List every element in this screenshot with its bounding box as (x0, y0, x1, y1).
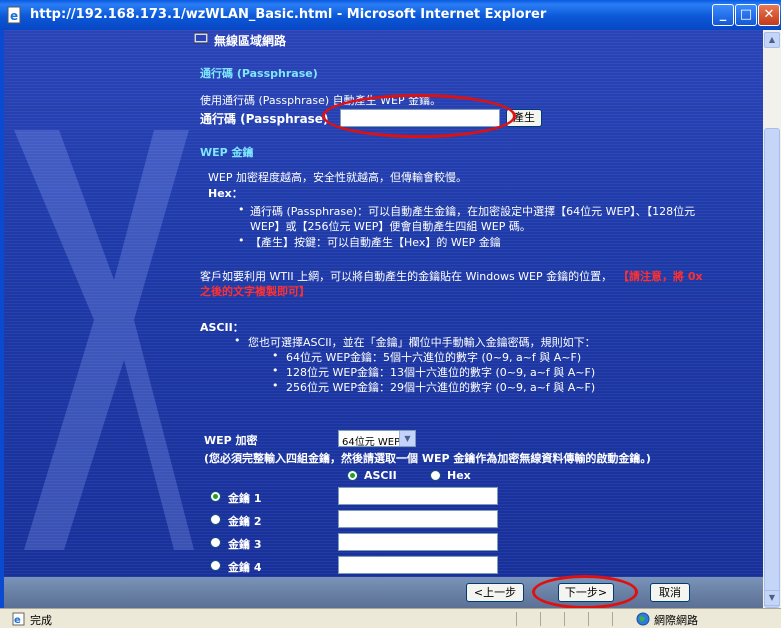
key-4-radio[interactable] (210, 560, 221, 571)
key-1-radio[interactable] (210, 491, 221, 502)
vertical-scrollbar[interactable]: ▲ ▼ (763, 30, 781, 608)
maximize-button[interactable]: □ (735, 4, 757, 26)
customer-note-warning: 【請注意，將 0x (618, 270, 703, 283)
wizard-content: 無線區域網路 通行碼 (Passphrase) 使用通行碼 (Passphras… (4, 30, 763, 577)
wep-key-note: (您必須完整輸入四組金鑰，然後請選取一個 WEP 金鑰作為加密無線資料傳輸的啟動… (204, 452, 651, 465)
key-3-label: 金鑰 3 (228, 538, 262, 551)
wep-encrypt-selected: 64位元 WEP (342, 437, 401, 448)
red-annotation-ellipse-next (532, 575, 638, 609)
section-title: 無線區域網路 (214, 34, 287, 48)
cancel-button[interactable]: 取消 (650, 583, 690, 602)
x-watermark-icon (14, 130, 194, 550)
scroll-up-icon[interactable]: ▲ (764, 32, 780, 48)
ascii-rule-256: 256位元 WEP金鑰：29個十六進位的數字 (0~9, a~f 與 A~F) (286, 381, 596, 394)
passphrase-label: 通行碼 (Passphrase) (200, 112, 329, 126)
ascii-label: ASCII： (200, 321, 244, 334)
scroll-down-icon[interactable]: ▼ (764, 590, 780, 606)
key-1-input[interactable] (338, 487, 498, 505)
hex-label: Hex： (208, 187, 243, 200)
wep-key-heading: WEP 金鑰 (200, 146, 254, 159)
scroll-thumb[interactable] (764, 128, 780, 608)
key-2-radio[interactable] (210, 514, 221, 525)
key-1-label: 金鑰 1 (228, 492, 262, 505)
hex-bullet-2: 【產生】按鍵：可以自動產生【Hex】的 WEP 金鑰 (250, 236, 501, 249)
svg-text:e: e (14, 615, 21, 626)
wep-strength-text: WEP 加密程度越高，安全性就越高，但傳輸會較慢。 (208, 171, 467, 184)
hex-bullet-1-cont: WEP】或【256位元 WEP】便會自動產生四組 WEP 碼。 (250, 220, 531, 233)
back-button[interactable]: <上一步 (466, 583, 524, 602)
ie-page-icon: e (7, 6, 21, 24)
title-bar: e http://192.168.173.1/wzWLAN_Basic.html… (0, 0, 781, 30)
close-button[interactable]: ✕ (758, 4, 780, 26)
wep-encrypt-label: WEP 加密 (204, 434, 258, 447)
key-2-input[interactable] (338, 510, 498, 528)
format-hex-label: Hex (447, 469, 471, 482)
globe-icon (636, 612, 650, 626)
hex-bullet-1: 通行碼 (Passphrase)：可以自動產生金鑰，在加密設定中選擇【64位元 … (250, 205, 696, 218)
format-ascii-radio[interactable] (347, 470, 358, 481)
passphrase-heading: 通行碼 (Passphrase) (200, 67, 318, 80)
minimize-button[interactable]: _ (712, 4, 734, 26)
ascii-bullet: 您也可選擇ASCII，並在「金鑰」欄位中手動輸入金鑰密碼，規則如下： (248, 336, 596, 349)
key-3-input[interactable] (338, 533, 498, 551)
key-4-label: 金鑰 4 (228, 561, 262, 574)
key-4-input[interactable] (338, 556, 498, 574)
status-bar: e 完成 網際網路 (0, 608, 781, 628)
wep-encrypt-select[interactable]: 64位元 WEP ▼ (338, 430, 416, 448)
ascii-rule-128: 128位元 WEP金鑰：13個十六進位的數字 (0~9, a~f 與 A~F) (286, 366, 596, 379)
format-ascii-label: ASCII (364, 469, 397, 482)
page-done-icon: e (12, 612, 25, 626)
customer-note-warning-cont: 之後的文字複製即可】 (200, 285, 310, 298)
red-annotation-ellipse (322, 94, 516, 138)
svg-text:e: e (10, 9, 18, 23)
ascii-rule-64: 64位元 WEP金鑰：5個十六進位的數字 (0~9, a~f 與 A~F) (286, 351, 582, 364)
key-3-radio[interactable] (210, 537, 221, 548)
window-title: http://192.168.173.1/wzWLAN_Basic.html -… (30, 7, 547, 22)
customer-note: 客戶如要利用 WTII 上網，可以將自動產生的金鑰貼在 Windows WEP … (200, 270, 613, 283)
chevron-down-icon: ▼ (399, 431, 415, 446)
status-text: 完成 (30, 614, 52, 627)
wizard-nav-bar: <上一步 下一步> 取消 (4, 575, 763, 609)
zone-text: 網際網路 (654, 614, 698, 627)
format-hex-radio[interactable] (430, 470, 441, 481)
network-icon (194, 32, 208, 44)
key-2-label: 金鑰 2 (228, 515, 262, 528)
